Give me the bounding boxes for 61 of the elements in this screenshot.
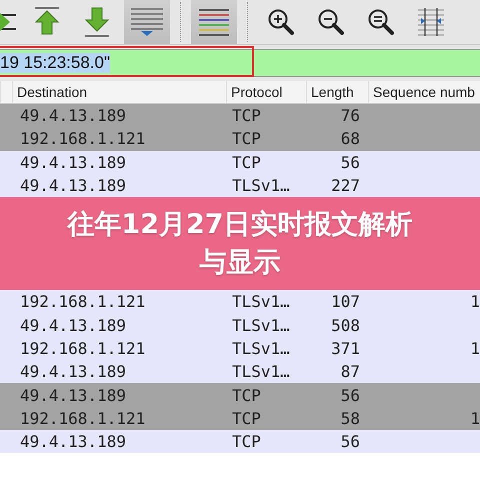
table-cell: 1 — [470, 408, 480, 428]
table-cell: 49.4.13.189 — [20, 386, 126, 405]
zoom-reset-icon — [367, 8, 395, 36]
table-cell: 49.4.13.189 — [20, 106, 126, 126]
packet-row[interactable]: 192.168.1.121 TCP 68 — [0, 127, 480, 151]
packet-row[interactable]: 192.168.1.121 TLSv1… 107 1 — [0, 290, 480, 314]
autoscroll-icon — [130, 7, 164, 37]
table-cell: 49.4.13.189 — [20, 176, 126, 196]
table-cell: 49.4.13.189 — [20, 152, 126, 172]
table-cell: TLSv1… — [232, 316, 290, 335]
table-cell: 56 — [340, 152, 360, 172]
column-header[interactable]: Destination — [12, 81, 226, 103]
table-cell: TLSv1… — [232, 176, 290, 196]
table-cell: 87 — [340, 362, 360, 382]
table-cell: 68 — [340, 129, 360, 148]
resize-columns-icon — [417, 7, 445, 37]
table-cell: TCP — [232, 408, 261, 428]
table-cell: 76 — [340, 106, 360, 126]
table-cell: TCP — [232, 432, 261, 452]
table-cell: 371 — [331, 338, 360, 358]
packet-row[interactable]: 49.4.13.189 TLSv1… 227 — [0, 174, 480, 198]
table-cell: 49.4.13.189 — [20, 362, 126, 382]
packet-row[interactable]: 49.4.13.189 TCP 56 — [0, 150, 480, 174]
table-cell: TCP — [232, 129, 261, 148]
table-cell: 192.168.1.121 — [20, 338, 146, 358]
column-header[interactable]: Protocol — [226, 81, 306, 103]
packet-row[interactable]: 49.4.13.189 TCP 56 — [0, 430, 480, 454]
table-cell: 49.4.13.189 — [20, 432, 126, 452]
zoom-in-icon — [267, 8, 295, 36]
table-cell: 227 — [331, 176, 360, 196]
filter-field[interactable]: 19 15:23:58.0" — [0, 49, 480, 77]
table-cell: 1 — [470, 292, 480, 312]
packet-row[interactable]: 49.4.13.189 TCP 76 — [0, 104, 480, 128]
table-cell: 1 — [470, 338, 480, 358]
table-cell: 508 — [331, 316, 360, 335]
packet-row[interactable]: 49.4.13.189 TLSv1… 87 — [0, 360, 480, 384]
banner-title: 往年12月27日实时报文解析与显示 — [66, 208, 414, 280]
zoom-out-icon — [317, 8, 345, 36]
table-cell: 192.168.1.121 — [20, 129, 146, 148]
column-header[interactable]: Sequence numb — [368, 81, 480, 103]
colorize-icon — [198, 7, 230, 37]
table-cell: 192.168.1.121 — [20, 292, 146, 312]
packet-row[interactable]: 192.168.1.121 TLSv1… 371 1 — [0, 336, 480, 360]
column-header[interactable]: Length — [306, 81, 368, 103]
table-cell: 56 — [340, 432, 360, 452]
table-cell: TCP — [232, 386, 261, 405]
packet-row[interactable]: 49.4.13.189 TCP 56 — [0, 383, 480, 407]
table-cell: TLSv1… — [232, 338, 290, 358]
toolbar-button[interactable] — [191, 0, 237, 44]
table-cell: 58 — [340, 408, 360, 428]
table-cell: TCP — [232, 152, 261, 172]
table-cell: 192.168.1.121 — [20, 408, 146, 428]
table-cell: 107 — [331, 292, 360, 312]
arrow-down-icon — [82, 5, 112, 39]
table-cell: TCP — [232, 106, 261, 126]
table-cell: 56 — [340, 386, 360, 405]
table-cell: TLSv1… — [232, 292, 290, 312]
table-cell: 49.4.13.189 — [20, 316, 126, 335]
table-cell: TLSv1… — [232, 362, 290, 382]
packet-row[interactable]: 192.168.1.121 TCP 58 1 — [0, 406, 480, 430]
packet-row[interactable]: 49.4.13.189 TLSv1… 508 — [0, 313, 480, 337]
